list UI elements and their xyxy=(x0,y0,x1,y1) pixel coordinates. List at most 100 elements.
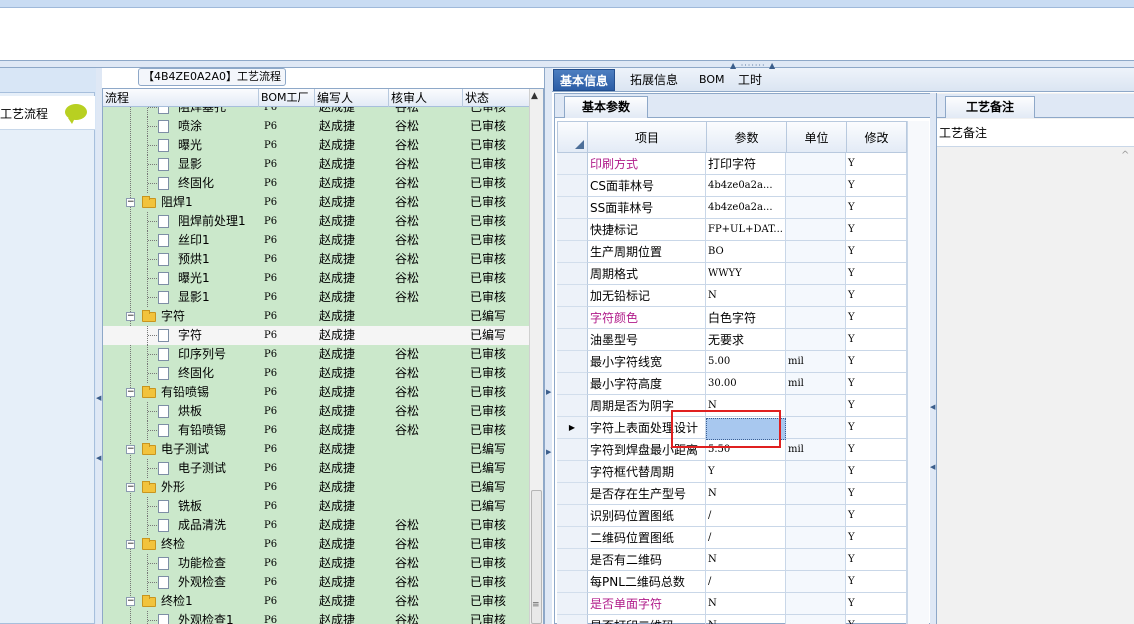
cell-param[interactable]: N xyxy=(706,615,786,624)
param-row[interactable]: 油墨型号 无要求 Y xyxy=(557,329,907,351)
param-row[interactable]: 字符颜色 白色字符 Y xyxy=(557,307,907,329)
row-indicator[interactable] xyxy=(557,461,588,483)
param-row[interactable]: 生产周期位置 BO Y xyxy=(557,241,907,263)
param-row[interactable]: 印刷方式 打印字符 Y xyxy=(557,153,907,175)
collapse-left-icon-2[interactable]: ◀ xyxy=(96,454,101,462)
tab-process-notes[interactable]: 工艺备注 xyxy=(945,96,1035,118)
cell-param[interactable]: 白色字符 xyxy=(706,307,786,329)
tree-row[interactable]: 印序列号 P6 赵成捷 谷松 已审核 xyxy=(103,345,529,364)
tree-row[interactable]: − 有铅喷锡 P6 赵成捷 谷松 已审核 xyxy=(103,383,529,402)
tree-row[interactable]: 曝光1 P6 赵成捷 谷松 已审核 xyxy=(103,269,529,288)
row-indicator[interactable] xyxy=(557,527,588,549)
row-indicator[interactable] xyxy=(557,571,588,593)
tree-row[interactable]: 阻焊前处理1 P6 赵成捷 谷松 已审核 xyxy=(103,212,529,231)
param-row[interactable]: CS面菲林号 4b4ze0a2a... Y xyxy=(557,175,907,197)
param-row[interactable]: SS面菲林号 4b4ze0a2a... Y xyxy=(557,197,907,219)
tree-row[interactable]: 显影1 P6 赵成捷 谷松 已审核 xyxy=(103,288,529,307)
tab-bom[interactable]: BOM xyxy=(693,69,731,91)
collapse-toggle-icon[interactable]: − xyxy=(126,483,135,492)
row-indicator[interactable] xyxy=(557,219,588,241)
param-row[interactable]: 识别码位置图纸 / Y xyxy=(557,505,907,527)
row-indicator[interactable] xyxy=(557,615,588,624)
current-row-icon[interactable]: ▶ xyxy=(557,417,588,439)
cell-param[interactable]: WWYY xyxy=(706,263,786,285)
row-indicator[interactable] xyxy=(557,175,588,197)
param-row[interactable]: 字符框代替周期 Y Y xyxy=(557,461,907,483)
param-row[interactable]: 周期格式 WWYY Y xyxy=(557,263,907,285)
collapse-toggle-icon[interactable]: − xyxy=(126,540,135,549)
col-header-modify[interactable]: 修改 xyxy=(847,121,907,153)
param-row[interactable]: 加无铅标记 N Y xyxy=(557,285,907,307)
tree-row[interactable]: − 字符 P6 赵成捷 已编写 xyxy=(103,307,529,326)
cell-param[interactable]: 30.00 xyxy=(706,373,786,395)
col-header-unit[interactable]: 单位 xyxy=(787,121,847,153)
param-row[interactable]: 快捷标记 FP+UL+DAT... Y xyxy=(557,219,907,241)
param-row[interactable]: 二维码位置图纸 / Y xyxy=(557,527,907,549)
tree-row[interactable]: − 终检 P6 赵成捷 谷松 已审核 xyxy=(103,535,529,554)
col-header-bom-factory[interactable]: BOM工厂 xyxy=(259,89,315,107)
param-row[interactable]: 最小字符线宽 5.00 mil Y xyxy=(557,351,907,373)
row-indicator[interactable] xyxy=(557,593,588,615)
param-row[interactable]: 每PNL二维码总数 / Y xyxy=(557,571,907,593)
tree-row[interactable]: 阻焊塞孔 P6 赵成捷 谷松 已审核 xyxy=(103,107,529,117)
collapse-right-icon[interactable]: ◀ xyxy=(930,403,935,411)
col-header-status[interactable]: 状态 xyxy=(463,89,529,107)
cell-param[interactable]: Y xyxy=(706,461,786,483)
tree-row[interactable]: 外观检查 P6 赵成捷 谷松 已审核 xyxy=(103,573,529,592)
cell-param[interactable]: N xyxy=(706,593,786,615)
cell-param[interactable]: 4b4ze0a2a... xyxy=(706,175,786,197)
col-header-writer[interactable]: 编写人 xyxy=(315,89,389,107)
param-row[interactable]: 是否存在生产型号 N Y xyxy=(557,483,907,505)
chat-bubble-icon[interactable] xyxy=(65,104,87,124)
collapse-toggle-icon[interactable]: − xyxy=(126,388,135,397)
horizontal-splitter[interactable] xyxy=(0,60,1134,68)
cell-param[interactable]: 4b4ze0a2a... xyxy=(706,197,786,219)
cell-param[interactable]: 5.00 xyxy=(706,351,786,373)
cell-param[interactable]: 打印字符 xyxy=(706,153,786,175)
scroll-up-icon[interactable]: ^ xyxy=(1121,150,1129,161)
collapse-right-icon-2[interactable]: ◀ xyxy=(930,463,935,471)
tree-row[interactable]: 有铅喷锡 P6 赵成捷 谷松 已审核 xyxy=(103,421,529,440)
col-header-reviewer[interactable]: 核审人 xyxy=(389,89,463,107)
tree-row[interactable]: 丝印1 P6 赵成捷 谷松 已审核 xyxy=(103,231,529,250)
param-row[interactable]: 最小字符高度 30.00 mil Y xyxy=(557,373,907,395)
cell-param[interactable]: N xyxy=(706,549,786,571)
tree-row[interactable]: − 外形 P6 赵成捷 已编写 xyxy=(103,478,529,497)
param-row[interactable]: 是否有二维码 N Y xyxy=(557,549,907,571)
param-row[interactable]: 是否打印二维码N Y xyxy=(557,615,907,624)
tree-row[interactable]: 成品清洗 P6 赵成捷 谷松 已审核 xyxy=(103,516,529,535)
tree-row[interactable]: 终固化 P6 赵成捷 谷松 已审核 xyxy=(103,364,529,383)
collapse-middle-icon[interactable]: ▶ xyxy=(546,388,551,396)
tree-row[interactable]: 终固化 P6 赵成捷 谷松 已审核 xyxy=(103,174,529,193)
cell-param[interactable]: / xyxy=(706,527,786,549)
col-header-param[interactable]: 参数 xyxy=(707,121,787,153)
tree-row[interactable]: 外观检查1 P6 赵成捷 谷松 已审核 xyxy=(103,611,529,624)
tree-row[interactable]: − 电子测试 P6 赵成捷 已编写 xyxy=(103,440,529,459)
cell-param[interactable]: FP+UL+DAT... xyxy=(706,219,786,241)
cell-param[interactable]: / xyxy=(706,571,786,593)
row-indicator[interactable] xyxy=(557,373,588,395)
tree-row[interactable]: − 终检1 P6 赵成捷 谷松 已审核 xyxy=(103,592,529,611)
row-indicator[interactable] xyxy=(557,263,588,285)
collapse-toggle-icon[interactable]: − xyxy=(126,312,135,321)
middle-splitter[interactable]: ▶ ▶ xyxy=(544,68,552,624)
collapse-toggle-icon[interactable]: − xyxy=(126,445,135,454)
collapse-left-icon[interactable]: ◀ xyxy=(96,394,101,402)
tab-extended-info[interactable]: 拓展信息 xyxy=(624,69,684,91)
cell-param[interactable]: N xyxy=(706,285,786,307)
tree-row[interactable]: 喷涂 P6 赵成捷 谷松 已审核 xyxy=(103,117,529,136)
scroll-up-icon[interactable]: ▲ xyxy=(531,91,538,101)
cell-param[interactable]: N xyxy=(706,483,786,505)
row-indicator[interactable] xyxy=(557,483,588,505)
collapse-middle-icon-2[interactable]: ▶ xyxy=(546,448,551,456)
row-indicator[interactable] xyxy=(557,439,588,461)
tab-work-hours[interactable]: 工时 xyxy=(732,69,768,91)
col-header-process[interactable]: 流程 xyxy=(103,89,259,107)
row-indicator[interactable] xyxy=(557,351,588,373)
row-indicator[interactable] xyxy=(557,307,588,329)
tree-row[interactable]: 曝光 P6 赵成捷 谷松 已审核 xyxy=(103,136,529,155)
row-indicator[interactable] xyxy=(557,197,588,219)
col-header-item[interactable]: 项目 xyxy=(588,121,707,153)
cell-param[interactable]: / xyxy=(706,505,786,527)
row-indicator[interactable] xyxy=(557,153,588,175)
